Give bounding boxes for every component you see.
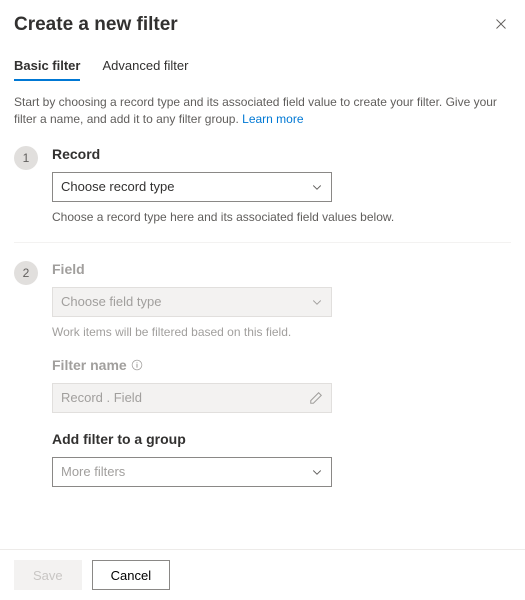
record-label: Record [52, 146, 511, 162]
group-label: Add filter to a group [52, 431, 511, 447]
record-type-dropdown[interactable]: Choose record type [52, 172, 332, 202]
learn-more-link[interactable]: Learn more [242, 112, 303, 126]
filter-name-placeholder: Record . Field [61, 390, 142, 405]
pencil-icon [309, 391, 323, 405]
intro-text: Start by choosing a record type and its … [14, 94, 511, 128]
dialog-footer: Save Cancel [0, 549, 525, 600]
filter-group-value: More filters [61, 464, 125, 479]
filter-group-dropdown[interactable]: More filters [52, 457, 332, 487]
close-icon [495, 18, 507, 30]
filter-name-label-text: Filter name [52, 357, 127, 373]
record-helper: Choose a record type here and its associ… [52, 210, 511, 224]
step-field: 2 Field Choose field type Work items wil… [14, 242, 511, 505]
field-helper: Work items will be filtered based on thi… [52, 325, 511, 339]
cancel-button[interactable]: Cancel [92, 560, 170, 590]
chevron-down-icon [311, 181, 323, 193]
filter-name-input: Record . Field [52, 383, 332, 413]
tabs: Basic filter Advanced filter [14, 54, 511, 82]
field-type-dropdown: Choose field type [52, 287, 332, 317]
tab-basic-filter[interactable]: Basic filter [14, 54, 80, 81]
record-type-placeholder: Choose record type [61, 179, 174, 194]
tab-advanced-filter[interactable]: Advanced filter [102, 54, 188, 81]
filter-name-label: Filter name [52, 357, 511, 373]
step-record: 1 Record Choose record type Choose a rec… [14, 128, 511, 242]
field-label: Field [52, 261, 511, 277]
save-button: Save [14, 560, 82, 590]
close-button[interactable] [491, 14, 511, 34]
step-number-1: 1 [14, 146, 38, 170]
chevron-down-icon [311, 466, 323, 478]
info-icon [131, 359, 143, 371]
field-type-placeholder: Choose field type [61, 294, 161, 309]
dialog-title: Create a new filter [14, 14, 178, 36]
chevron-down-icon [311, 296, 323, 308]
step-number-2: 2 [14, 261, 38, 285]
